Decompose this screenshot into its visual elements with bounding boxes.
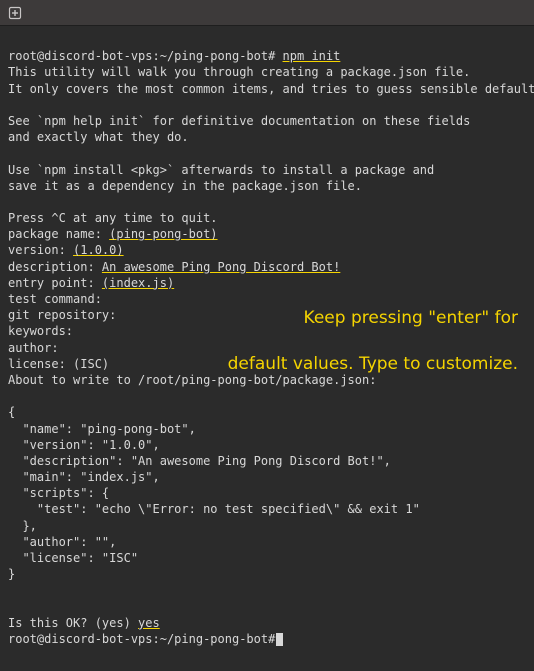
intro-line: save it as a dependency in the package.j…	[8, 179, 362, 193]
confirm-question: Is this OK? (yes)	[8, 616, 138, 630]
json-line: "version": "1.0.0",	[8, 438, 160, 452]
field-value-description: An awesome Ping Pong Discord Bot!	[102, 260, 340, 274]
field-label: entry point:	[8, 276, 102, 290]
json-line: "description": "An awesome Ping Pong Dis…	[8, 454, 391, 468]
new-tab-icon[interactable]	[8, 6, 22, 20]
json-line: },	[8, 519, 37, 533]
window-titlebar	[0, 0, 534, 26]
intro-line: and exactly what they do.	[8, 130, 189, 144]
field-label-author: author:	[8, 341, 59, 355]
field-label-git-repository: git repository:	[8, 308, 116, 322]
cursor	[276, 633, 283, 646]
annotation-line: default values. Type to customize.	[228, 354, 518, 374]
terminal-output[interactable]: root@discord-bot-vps:~/ping-pong-bot# np…	[0, 26, 534, 671]
intro-line: See `npm help init` for definitive docum…	[8, 114, 470, 128]
confirm-answer: yes	[138, 616, 160, 630]
intro-line: Press ^C at any time to quit.	[8, 211, 218, 225]
json-line: "test": "echo \"Error: no test specified…	[8, 502, 420, 516]
json-line: {	[8, 405, 15, 419]
intro-line: This utility will walk you through creat…	[8, 65, 470, 79]
field-label-keywords: keywords:	[8, 324, 73, 338]
json-line: "name": "ping-pong-bot",	[8, 422, 196, 436]
field-label: version:	[8, 243, 73, 257]
tutorial-annotation: Keep pressing "enter" for default values…	[228, 284, 518, 376]
json-line: "scripts": {	[8, 486, 109, 500]
typed-command: npm init	[283, 49, 341, 63]
field-label-test-command: test command:	[8, 292, 102, 306]
shell-prompt: root@discord-bot-vps:~/ping-pong-bot#	[8, 49, 275, 63]
field-label: description:	[8, 260, 102, 274]
intro-line: It only covers the most common items, an…	[8, 82, 534, 96]
json-line: "license": "ISC"	[8, 551, 138, 565]
shell-prompt: root@discord-bot-vps:~/ping-pong-bot#	[8, 632, 275, 646]
json-line: }	[8, 567, 15, 581]
field-value-package-name: (ping-pong-bot)	[109, 227, 217, 241]
annotation-line: Keep pressing "enter" for	[304, 308, 518, 328]
intro-line: Use `npm install <pkg>` afterwards to in…	[8, 163, 434, 177]
field-value-version: (1.0.0)	[73, 243, 124, 257]
json-line: "main": "index.js",	[8, 470, 160, 484]
field-value-entry-point: (index.js)	[102, 276, 174, 290]
field-label: package name:	[8, 227, 109, 241]
json-line: "author": "",	[8, 535, 116, 549]
field-label-license: license: (ISC)	[8, 357, 109, 371]
